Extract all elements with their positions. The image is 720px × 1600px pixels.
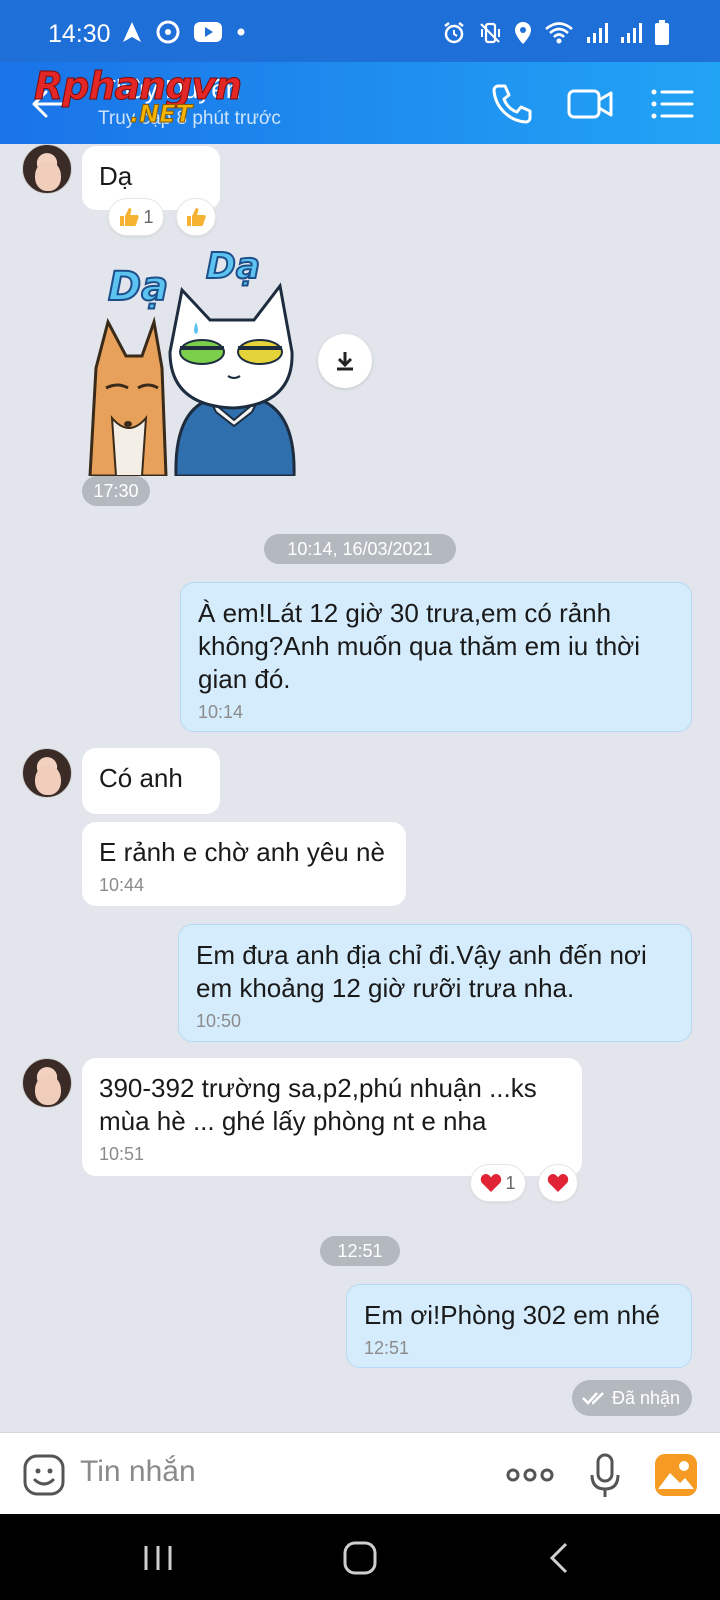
svg-text:Dạ: Dạ xyxy=(108,264,168,310)
message-bubble-incoming[interactable]: Có anh xyxy=(82,748,220,814)
status-right-icons xyxy=(442,20,670,46)
message-composer: Tin nhắn xyxy=(0,1432,720,1514)
heart-icon xyxy=(481,1174,502,1192)
wifi-icon xyxy=(545,22,573,44)
message-text: E rảnh e chờ anh yêu nè xyxy=(99,837,385,867)
delivery-status-text: Đã nhận xyxy=(612,1388,681,1408)
svg-text:Dạ: Dạ xyxy=(206,248,260,287)
message-bubble-incoming[interactable]: 390-392 trường sa,p2,phú nhuận ...ks mùa… xyxy=(82,1058,582,1176)
watermark-sub: .NET xyxy=(130,100,193,129)
signal-icon xyxy=(587,23,608,43)
messenger-icon xyxy=(156,20,180,44)
reaction-summary[interactable]: 1 xyxy=(108,198,164,236)
reaction-count: 1 xyxy=(505,1172,516,1193)
message-bubble-incoming[interactable]: E rảnh e chờ anh yêu nè 10:44 xyxy=(82,822,406,906)
react-button[interactable] xyxy=(176,198,216,236)
message-text: 390-392 trường sa,p2,phú nhuận ...ks mùa… xyxy=(99,1073,537,1136)
message-time: 10:50 xyxy=(196,1011,242,1031)
download-icon xyxy=(337,352,353,371)
location-icon xyxy=(515,22,531,44)
system-nav-bar xyxy=(0,1514,720,1600)
date-separator: 10:14, 16/03/2021 xyxy=(264,534,456,564)
emoji-button[interactable] xyxy=(22,1453,66,1497)
chat-area[interactable]: Dạ 1 Dạ Dạ 17:30 10:14, 16/03/2021 À em!… xyxy=(0,144,720,1432)
back-nav-button[interactable] xyxy=(542,1540,578,1576)
status-left-icons xyxy=(122,20,246,44)
signal-icon xyxy=(621,23,642,43)
microphone-button[interactable] xyxy=(588,1453,622,1499)
status-time: 14:30 xyxy=(48,20,111,48)
image-picker-button[interactable] xyxy=(654,1453,698,1497)
message-bubble-outgoing[interactable]: À em!Lát 12 giờ 30 trưa,em có rảnh không… xyxy=(180,582,692,732)
delivery-status: Đã nhận xyxy=(572,1380,692,1416)
chat-header: Thùy Duyên Truy cập 8 phút trước Rphangv… xyxy=(0,62,720,144)
time-separator: 12:51 xyxy=(320,1236,400,1266)
status-bar: 14:30 xyxy=(0,0,720,62)
message-bubble-outgoing[interactable]: Em đưa anh địa chỉ đi.Vậy anh đến nơi em… xyxy=(178,924,692,1042)
message-bubble-outgoing[interactable]: Em ơi!Phòng 302 em nhé 12:51 xyxy=(346,1284,692,1368)
sticker-time: 17:30 xyxy=(82,476,150,506)
reaction-count: 1 xyxy=(143,206,154,227)
vibrate-icon xyxy=(480,22,500,44)
message-input[interactable]: Tin nhắn xyxy=(80,1455,196,1489)
message-text: À em!Lát 12 giờ 30 trưa,em có rảnh không… xyxy=(198,598,640,694)
avatar[interactable] xyxy=(22,144,72,194)
dot-icon xyxy=(237,28,245,36)
message-text: Có anh xyxy=(99,763,183,793)
avatar[interactable] xyxy=(22,1058,72,1108)
watermark-logo: Rphangvn .NET xyxy=(33,64,242,129)
download-button[interactable] xyxy=(318,334,372,388)
recents-button[interactable] xyxy=(140,1540,176,1576)
navigation-icon xyxy=(123,22,141,42)
thumbs-up-icon xyxy=(187,208,206,226)
message-time: 10:14 xyxy=(198,702,244,722)
heart-icon xyxy=(547,1174,569,1192)
message-time: 12:51 xyxy=(364,1338,410,1358)
thumbs-up-icon xyxy=(120,208,140,226)
message-time: 10:51 xyxy=(99,1144,145,1164)
message-text: Dạ xyxy=(99,161,133,191)
youtube-icon xyxy=(194,22,222,42)
menu-button[interactable] xyxy=(648,80,696,128)
message-text: Em ơi!Phòng 302 em nhé xyxy=(364,1300,661,1330)
reaction-summary[interactable]: 1 xyxy=(470,1164,526,1202)
avatar[interactable] xyxy=(22,748,72,798)
react-button[interactable] xyxy=(538,1164,578,1202)
message-time: 10:44 xyxy=(99,875,145,895)
battery-icon xyxy=(655,20,669,45)
call-button[interactable] xyxy=(488,80,536,128)
double-check-icon xyxy=(582,1392,604,1405)
sticker-image[interactable]: Dạ Dạ xyxy=(84,248,306,476)
message-text: Em đưa anh địa chỉ đi.Vậy anh đến nơi em… xyxy=(196,940,647,1003)
alarm-icon xyxy=(444,22,464,44)
more-options-button[interactable] xyxy=(506,1463,554,1487)
home-button[interactable] xyxy=(342,1540,378,1576)
video-call-button[interactable] xyxy=(566,80,614,128)
